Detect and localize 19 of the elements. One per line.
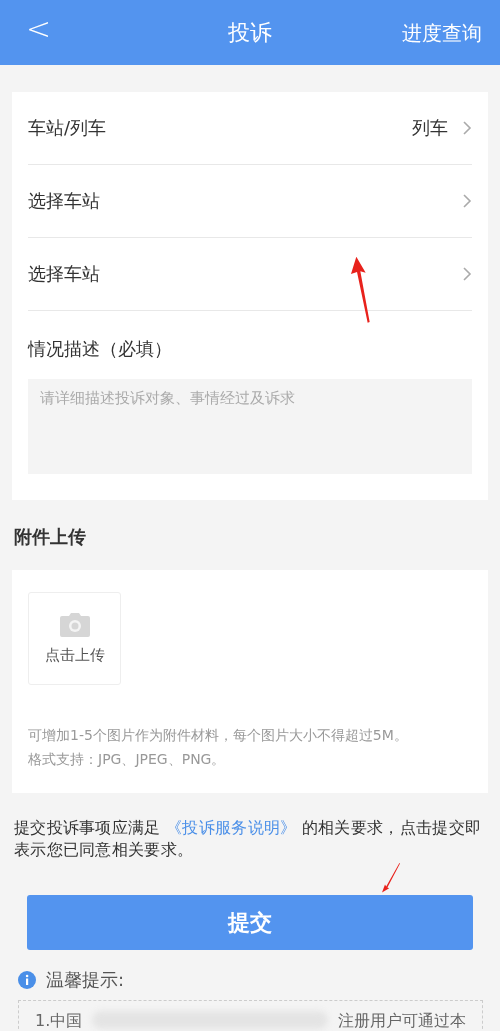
tips-text: 1.中国	[35, 1011, 83, 1031]
tips-text: 注册用户可通过本	[338, 1011, 466, 1031]
camera-icon	[58, 612, 91, 638]
hint-text: 可增加1-5个图片作为附件材料，每个图片大小不得超过5M。	[28, 726, 409, 745]
form-row[interactable]: 车站/列车 列车	[28, 92, 472, 165]
agreement-text: 提交投诉事项应满足 《投诉服务说明》 的相关要求，点击提交即表示您已同意相关要求。	[14, 817, 483, 861]
info-icon	[18, 971, 36, 989]
form-row[interactable]: 选择车站	[28, 165, 472, 238]
section-title: 附件上传	[13, 525, 87, 549]
hint-text: 格式支持：JPG、JPEG、PNG。	[28, 750, 227, 769]
page-title: 投诉	[228, 18, 272, 47]
tips-title: 温馨提示:	[46, 968, 125, 992]
chevron-icon	[462, 193, 472, 209]
field-label: 情况描述（必填）	[28, 337, 173, 361]
row-value: 列车	[412, 116, 448, 140]
description-field[interactable]: 请详细描述投诉对象、事情经过及诉求	[28, 379, 472, 474]
chevron-icon	[462, 120, 472, 136]
chevron-icon	[462, 266, 472, 282]
upload-button[interactable]: 点击上传	[28, 592, 121, 685]
